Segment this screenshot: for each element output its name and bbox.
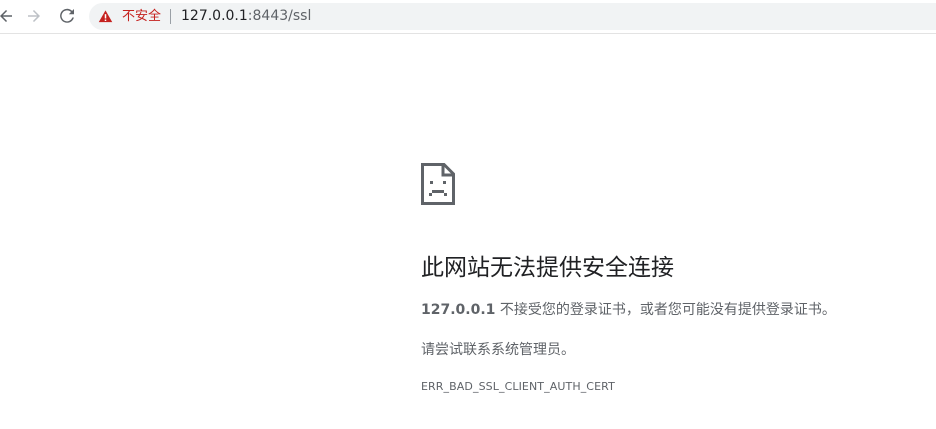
error-description: 127.0.0.1 不接受您的登录证书，或者您可能没有提供登录证书。 <box>421 300 836 320</box>
back-button[interactable] <box>0 4 18 28</box>
error-title: 此网站无法提供安全连接 <box>421 255 674 281</box>
sad-document-icon <box>421 163 455 205</box>
warning-triangle-icon[interactable] <box>98 9 113 24</box>
not-secure-label[interactable]: 不安全 <box>122 8 161 25</box>
reload-icon <box>60 8 74 23</box>
address-bar[interactable]: 不安全 127.0.0.1:8443/ssl <box>89 3 936 30</box>
forward-button[interactable] <box>22 4 46 28</box>
error-host: 127.0.0.1 <box>421 302 496 318</box>
error-description-text: 不接受您的登录证书，或者您可能没有提供登录证书。 <box>495 302 836 318</box>
url-path: :8443/ssl <box>247 8 312 24</box>
url-text[interactable]: 127.0.0.1:8443/ssl <box>181 8 311 25</box>
omnibox-divider <box>170 9 171 24</box>
error-code: ERR_BAD_SSL_CLIENT_AUTH_CERT <box>421 380 615 393</box>
reload-button[interactable] <box>55 4 79 28</box>
url-host: 127.0.0.1 <box>181 8 248 24</box>
browser-toolbar: 不安全 127.0.0.1:8443/ssl <box>0 0 936 34</box>
error-suggestion: 请尝试联系系统管理员。 <box>421 342 575 358</box>
forward-arrow-icon <box>28 10 40 22</box>
back-arrow-icon <box>0 10 12 22</box>
